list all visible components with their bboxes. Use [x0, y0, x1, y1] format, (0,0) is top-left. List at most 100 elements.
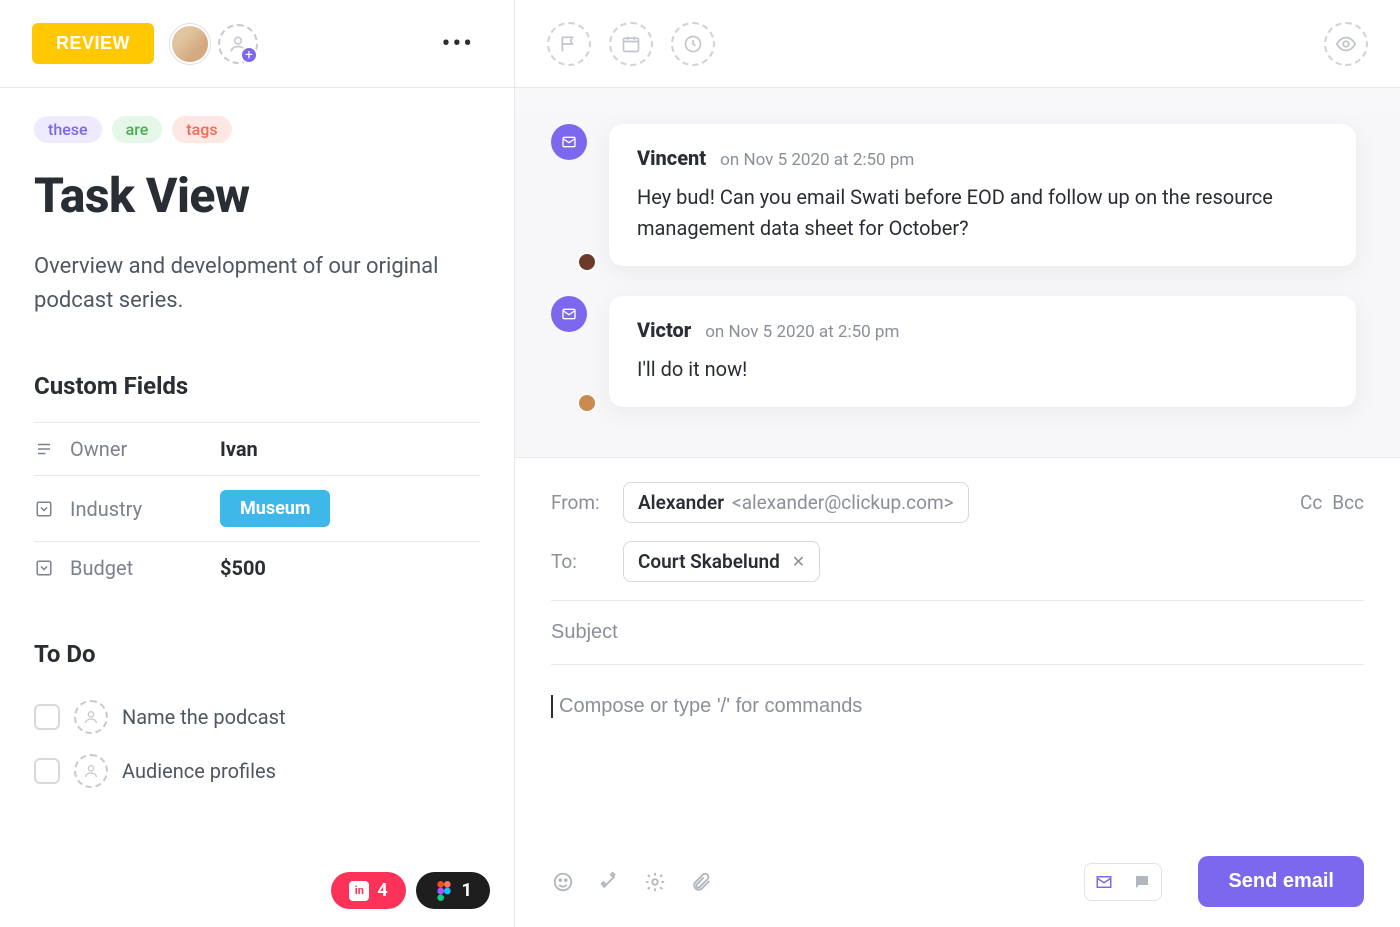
custom-field-value[interactable]: Museum — [220, 490, 330, 527]
custom-field-label: Budget — [70, 556, 220, 580]
to-row: To: Court Skabelund ✕ — [551, 541, 1364, 582]
person-icon — [83, 763, 99, 779]
task-detail-panel: REVIEW + ••• these aretags Task View Over… — [0, 0, 515, 927]
task-header: REVIEW + ••• — [0, 0, 514, 88]
todo-assignee-button[interactable] — [74, 754, 108, 788]
attachment-count: 1 — [462, 880, 472, 901]
subject-row — [551, 600, 1364, 665]
user-avatar — [577, 252, 597, 272]
todo-section: To Do Name the podcast Audience profiles — [34, 640, 480, 798]
message-thread: Vincent on Nov 5 2020 at 2:50 pm Hey bud! … — [515, 88, 1400, 457]
person-icon — [83, 709, 99, 725]
envelope-icon — [551, 124, 587, 160]
eye-icon — [1335, 33, 1357, 55]
tag[interactable]: are — [112, 116, 163, 143]
task-title[interactable]: Task View — [34, 167, 480, 224]
tag[interactable]: tags — [172, 116, 231, 143]
chat-icon — [1133, 873, 1151, 891]
message-body: Hey bud! Can you email Swati before EOD … — [637, 182, 1328, 244]
custom-field-row[interactable]: Budget$500 — [34, 541, 480, 594]
ai-button[interactable] — [597, 870, 621, 894]
status-button[interactable]: REVIEW — [32, 23, 154, 64]
clock-icon — [683, 34, 703, 54]
subject-input[interactable] — [551, 621, 1364, 644]
email-composer: From: Alexander <alexander@clickup.com> … — [515, 457, 1400, 927]
todo-item: Audience profiles — [34, 744, 480, 798]
gear-icon — [644, 871, 666, 893]
cc-button[interactable]: Cc — [1300, 491, 1322, 514]
to-chip[interactable]: Court Skabelund ✕ — [623, 541, 820, 582]
email-mode-button[interactable] — [1085, 864, 1123, 900]
settings-button[interactable] — [643, 870, 667, 894]
message-timestamp: on Nov 5 2020 at 2:50 pm — [705, 322, 899, 342]
from-row: From: Alexander <alexander@clickup.com> … — [551, 482, 1364, 523]
emoji-button[interactable] — [551, 870, 575, 894]
more-menu-button[interactable]: ••• — [442, 29, 482, 59]
dropdown-icon — [34, 499, 54, 519]
from-label: From: — [551, 491, 609, 514]
envelope-icon — [1095, 873, 1113, 891]
invision-icon: in — [349, 881, 369, 901]
composer-toolbar: Send email — [551, 842, 1364, 927]
activity-header — [515, 0, 1400, 88]
message: Victoron Nov 5 2020 at 2:50 pmI'll do it… — [551, 296, 1356, 407]
add-assignee-button[interactable]: + — [218, 24, 258, 64]
todo-label[interactable]: Name the podcast — [122, 705, 286, 729]
attachment-badge-invision[interactable]: in 4 — [331, 872, 405, 909]
todo-checkbox[interactable] — [34, 758, 60, 784]
message-bubble[interactable]: Vincent on Nov 5 2020 at 2:50 pm Hey bud! … — [609, 124, 1356, 266]
remove-recipient-button[interactable]: ✕ — [792, 552, 805, 571]
custom-field-label: Industry — [70, 497, 220, 521]
todo-checkbox[interactable] — [34, 704, 60, 730]
message-body: I'll do it now! — [637, 354, 1328, 385]
paperclip-icon — [690, 871, 712, 893]
attachment-badges: in 4 1 — [331, 872, 490, 909]
task-body: these aretags Task View Overview and deve… — [0, 88, 514, 927]
envelope-icon — [551, 296, 587, 332]
calendar-icon — [621, 34, 641, 54]
body-input[interactable] — [551, 695, 1364, 718]
plus-icon: + — [240, 46, 258, 64]
message-avatar[interactable] — [551, 296, 591, 407]
set-date-button[interactable] — [609, 22, 653, 66]
custom-field-row[interactable]: OwnerIvan — [34, 422, 480, 475]
custom-field-value[interactable]: Ivan — [220, 437, 258, 461]
flag-icon — [559, 34, 579, 54]
text-icon — [34, 439, 54, 459]
todo-assignee-button[interactable] — [74, 700, 108, 734]
attachment-badge-figma[interactable]: 1 — [416, 872, 490, 909]
todo-item: Name the podcast — [34, 690, 480, 744]
message: Vincent on Nov 5 2020 at 2:50 pm Hey bud! … — [551, 124, 1356, 266]
sparkle-icon — [598, 871, 620, 893]
track-time-button[interactable] — [671, 22, 715, 66]
todo-label[interactable]: Audience profiles — [122, 759, 276, 783]
message-author: Vincent — [637, 146, 706, 170]
attachment-count: 4 — [377, 880, 387, 901]
bcc-button[interactable]: Bcc — [1332, 491, 1364, 514]
message-bubble[interactable]: Victoron Nov 5 2020 at 2:50 pmI'll do it… — [609, 296, 1356, 407]
custom-field-label: Owner — [70, 437, 220, 461]
custom-fields-section: Custom Fields OwnerIvanIndustryMuseumBud… — [34, 372, 480, 594]
from-email: <alexander@clickup.com> — [732, 491, 954, 514]
figma-icon — [434, 881, 454, 901]
send-email-button[interactable]: Send email — [1198, 856, 1364, 907]
attach-button[interactable] — [689, 870, 713, 894]
custom-field-value[interactable]: $500 — [220, 556, 266, 580]
set-priority-button[interactable] — [547, 22, 591, 66]
comment-mode-button[interactable] — [1123, 864, 1161, 900]
task-description[interactable]: Overview and development of our original… — [34, 250, 480, 318]
to-label: To: — [551, 550, 609, 573]
message-timestamp: on Nov 5 2020 at 2:50 pm — [720, 150, 914, 170]
message-avatar[interactable] — [551, 124, 591, 266]
body-row — [551, 665, 1364, 842]
todo-heading: To Do — [34, 640, 480, 668]
user-avatar — [577, 393, 597, 413]
from-name: Alexander — [638, 491, 724, 514]
watch-button[interactable] — [1324, 22, 1368, 66]
reply-mode-toggle — [1084, 863, 1162, 901]
tag[interactable]: these — [34, 116, 102, 143]
from-chip[interactable]: Alexander <alexander@clickup.com> — [623, 482, 969, 523]
assignee-avatar[interactable] — [170, 24, 210, 64]
dropdown-icon — [34, 558, 54, 578]
custom-field-row[interactable]: IndustryMuseum — [34, 475, 480, 541]
